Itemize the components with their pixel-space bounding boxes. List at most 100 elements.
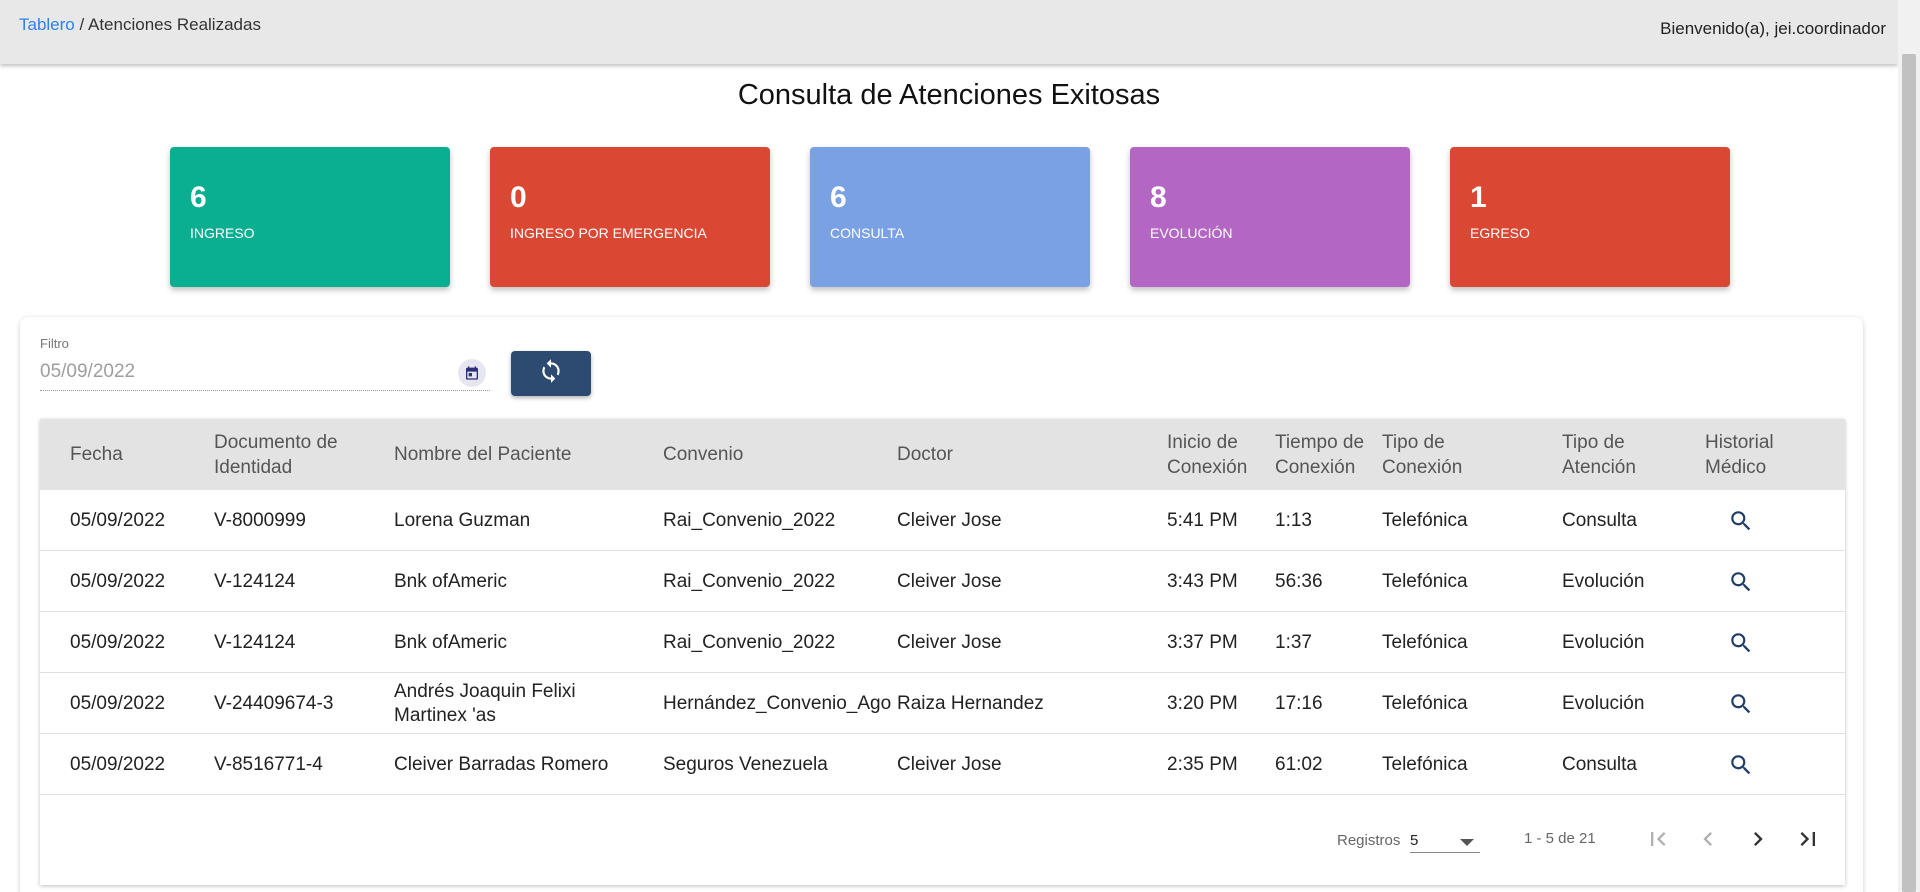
cell-tipo-atencion: Evolución — [1562, 692, 1645, 714]
page-size-select[interactable]: 5 — [1410, 829, 1480, 853]
cell-nombre: Andrés Joaquin Felixi Martinex 'as — [394, 680, 576, 726]
header-nombre[interactable]: Nombre del Paciente — [394, 419, 571, 490]
cell-tiempo: 17:16 — [1275, 692, 1323, 714]
cell-convenio: Rai_Convenio_2022 — [663, 509, 836, 531]
first-page-icon — [1644, 825, 1672, 858]
cell-convenio: Rai_Convenio_2022 — [663, 631, 836, 653]
cell-doctor: Raiza Hernandez — [897, 692, 1044, 714]
page-range-label: 1 - 5 de 21 — [1524, 830, 1596, 847]
page-size-value: 5 — [1410, 832, 1419, 849]
cell-doctor: Cleiver Jose — [897, 570, 1002, 592]
header-doctor[interactable]: Doctor — [897, 419, 953, 490]
table-row[interactable]: 05/09/2022 V-24409674-3 Andrés Joaquin F… — [40, 673, 1845, 734]
card-label: INGRESO POR EMERGENCIA — [510, 225, 707, 241]
search-icon[interactable] — [1728, 673, 1754, 734]
first-page-button[interactable] — [1640, 823, 1676, 859]
card-value: 6 — [190, 181, 207, 214]
card-ingreso: 6 INGRESO — [170, 147, 450, 287]
cell-tipo-atencion: Consulta — [1562, 509, 1637, 531]
cell-tiempo: 1:37 — [1275, 631, 1312, 653]
refresh-button[interactable] — [511, 351, 591, 396]
cell-nombre: Lorena Guzman — [394, 509, 531, 531]
card-label: EGRESO — [1470, 225, 1530, 241]
cell-convenio: Seguros Venezuela — [663, 753, 828, 775]
next-page-button[interactable] — [1740, 823, 1776, 859]
cell-inicio: 3:37 PM — [1167, 631, 1238, 653]
cell-tiempo: 61:02 — [1275, 753, 1323, 775]
table-row[interactable]: 05/09/2022 V-8000999 Lorena Guzman Rai_C… — [40, 490, 1845, 551]
cell-convenio: Hernández_Convenio_Ago — [663, 692, 892, 714]
cell-fecha: 05/09/2022 — [70, 753, 166, 775]
cell-nombre: Cleiver Barradas Romero — [394, 753, 609, 775]
cell-doctor: Cleiver Jose — [897, 631, 1002, 653]
next-page-icon — [1744, 825, 1772, 858]
cell-doctor: Cleiver Jose — [897, 753, 1002, 775]
table-row[interactable]: 05/09/2022 V-124124 Bnk ofAmeric Rai_Con… — [40, 612, 1845, 673]
breadcrumb-separator: / — [74, 15, 88, 34]
card-ingreso-emergencia: 0 INGRESO POR EMERGENCIA — [490, 147, 770, 287]
header-inicio[interactable]: Inicio de Conexión — [1167, 419, 1267, 490]
search-icon[interactable] — [1728, 612, 1754, 673]
filter-field: Filtro 05/09/2022 — [40, 336, 490, 391]
prev-page-button[interactable] — [1690, 823, 1726, 859]
card-value: 1 — [1470, 181, 1487, 214]
cell-inicio: 5:41 PM — [1167, 509, 1238, 531]
card-evolucion: 8 EVOLUCIÓN — [1130, 147, 1410, 287]
cell-tipo-conexion: Telefónica — [1382, 509, 1468, 531]
search-icon[interactable] — [1728, 551, 1754, 612]
card-label: EVOLUCIÓN — [1150, 225, 1233, 241]
cell-tiempo: 1:13 — [1275, 509, 1312, 531]
header-tipo-atencion[interactable]: Tipo de Atención — [1562, 419, 1662, 490]
header-tipo-conexion[interactable]: Tipo de Conexión — [1382, 419, 1482, 490]
header-historial: Historial Médico — [1705, 431, 1774, 478]
table-header: Fecha Documento de Identidad Nombre del … — [40, 419, 1845, 490]
cell-inicio: 2:35 PM — [1167, 753, 1238, 775]
card-value: 0 — [510, 181, 527, 214]
card-consulta: 6 CONSULTA — [810, 147, 1090, 287]
top-bar: Tablero / Atenciones Realizadas Bienveni… — [0, 0, 1898, 64]
cell-inicio: 3:43 PM — [1167, 570, 1238, 592]
search-icon[interactable] — [1728, 734, 1754, 795]
page-size-label: Registros — [1337, 832, 1401, 849]
card-value: 6 — [830, 181, 847, 214]
cell-documento: V-8516771-4 — [214, 753, 323, 775]
table-row[interactable]: 05/09/2022 V-8516771-4 Cleiver Barradas … — [40, 734, 1845, 795]
paginator: Registros 5 1 - 5 de 21 — [40, 802, 1845, 862]
filter-label: Filtro — [40, 336, 69, 351]
calendar-icon[interactable] — [458, 359, 486, 387]
scrollbar-thumb[interactable] — [1902, 54, 1916, 892]
summary-cards: 6 INGRESO 0 INGRESO POR EMERGENCIA 6 CON… — [170, 147, 1730, 287]
cell-tiempo: 56:36 — [1275, 570, 1323, 592]
cell-tipo-conexion: Telefónica — [1382, 631, 1468, 653]
header-documento[interactable]: Documento de Identidad — [214, 419, 364, 490]
header-convenio[interactable]: Convenio — [663, 419, 743, 490]
last-page-button[interactable] — [1790, 823, 1826, 859]
page-scrollbar[interactable] — [1898, 0, 1920, 892]
cell-fecha: 05/09/2022 — [70, 570, 166, 592]
cell-inicio: 3:20 PM — [1167, 692, 1238, 714]
cell-documento: V-124124 — [214, 570, 296, 592]
cell-nombre: Bnk ofAmeric — [394, 570, 507, 592]
page-title: Consulta de Atenciones Exitosas — [737, 79, 1161, 111]
atenciones-table: Fecha Documento de Identidad Nombre del … — [40, 419, 1845, 885]
cell-tipo-conexion: Telefónica — [1382, 692, 1468, 714]
search-icon[interactable] — [1728, 490, 1754, 551]
breadcrumb-link-tablero[interactable]: Tablero — [19, 15, 75, 34]
card-value: 8 — [1150, 181, 1167, 214]
filter-date-input[interactable]: 05/09/2022 — [40, 359, 490, 391]
header-tiempo[interactable]: Tiempo de Conexión — [1275, 419, 1380, 490]
cell-fecha: 05/09/2022 — [70, 509, 166, 531]
header-fecha[interactable]: Fecha — [70, 419, 123, 490]
cell-convenio: Rai_Convenio_2022 — [663, 570, 836, 592]
table-row[interactable]: 05/09/2022 V-124124 Bnk ofAmeric Rai_Con… — [40, 551, 1845, 612]
cell-nombre: Bnk ofAmeric — [394, 631, 507, 653]
cell-tipo-conexion: Telefónica — [1382, 753, 1468, 775]
breadcrumb: Tablero / Atenciones Realizadas — [19, 15, 261, 35]
cell-fecha: 05/09/2022 — [70, 692, 166, 714]
card-label: INGRESO — [190, 225, 255, 241]
cell-tipo-atencion: Evolución — [1562, 631, 1645, 653]
welcome-text: Bienvenido(a), jei.coordinador — [1660, 19, 1886, 38]
cell-tipo-conexion: Telefónica — [1382, 570, 1468, 592]
cell-documento: V-24409674-3 — [214, 692, 334, 714]
prev-page-icon — [1694, 825, 1722, 858]
